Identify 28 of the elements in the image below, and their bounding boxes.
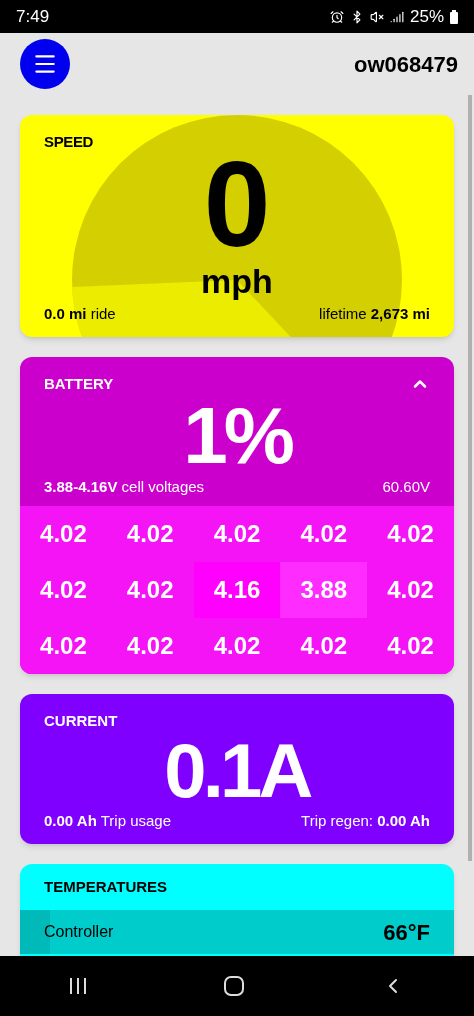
status-time: 7:49 xyxy=(16,5,50,28)
sensor-temperature: 66°F xyxy=(383,918,430,947)
card-title: SPEED xyxy=(44,132,94,152)
sensor-name: Controller xyxy=(44,922,114,942)
menu-button[interactable] xyxy=(20,39,70,89)
speed-value: 0 xyxy=(203,143,271,264)
battery-icon xyxy=(450,9,458,24)
card-title: TEMPERATURES xyxy=(44,876,168,897)
card-title: CURRENT xyxy=(44,711,119,731)
recent-apps-icon[interactable] xyxy=(68,977,87,995)
lifetime-distance: lifetime 2,673 mi xyxy=(319,303,430,324)
home-icon[interactable] xyxy=(224,976,244,996)
battery-percentage: 25% xyxy=(409,5,444,28)
signal-icon xyxy=(389,9,404,24)
trip-regen: Trip regen: 0.00 Ah xyxy=(301,810,430,831)
cell-voltage-range: 3.88-4.16V cell voltages xyxy=(44,476,205,497)
cell-voltage: 4.16 xyxy=(193,562,281,618)
battery-percent: 1% xyxy=(183,395,291,476)
trip-usage: 0.00 Ah Trip usage xyxy=(44,810,172,831)
alarm-icon xyxy=(329,9,344,24)
current-value: 0.1A xyxy=(164,733,310,809)
mute-icon xyxy=(369,9,384,24)
card-title: BATTERY xyxy=(44,374,114,394)
pack-voltage: 60.60V xyxy=(382,476,430,497)
ride-distance: 0.0 mi ride xyxy=(44,303,116,324)
cell-voltage: 3.88 xyxy=(280,562,368,618)
device-name: ow068479 xyxy=(354,50,458,79)
speed-unit: mph xyxy=(201,263,273,298)
